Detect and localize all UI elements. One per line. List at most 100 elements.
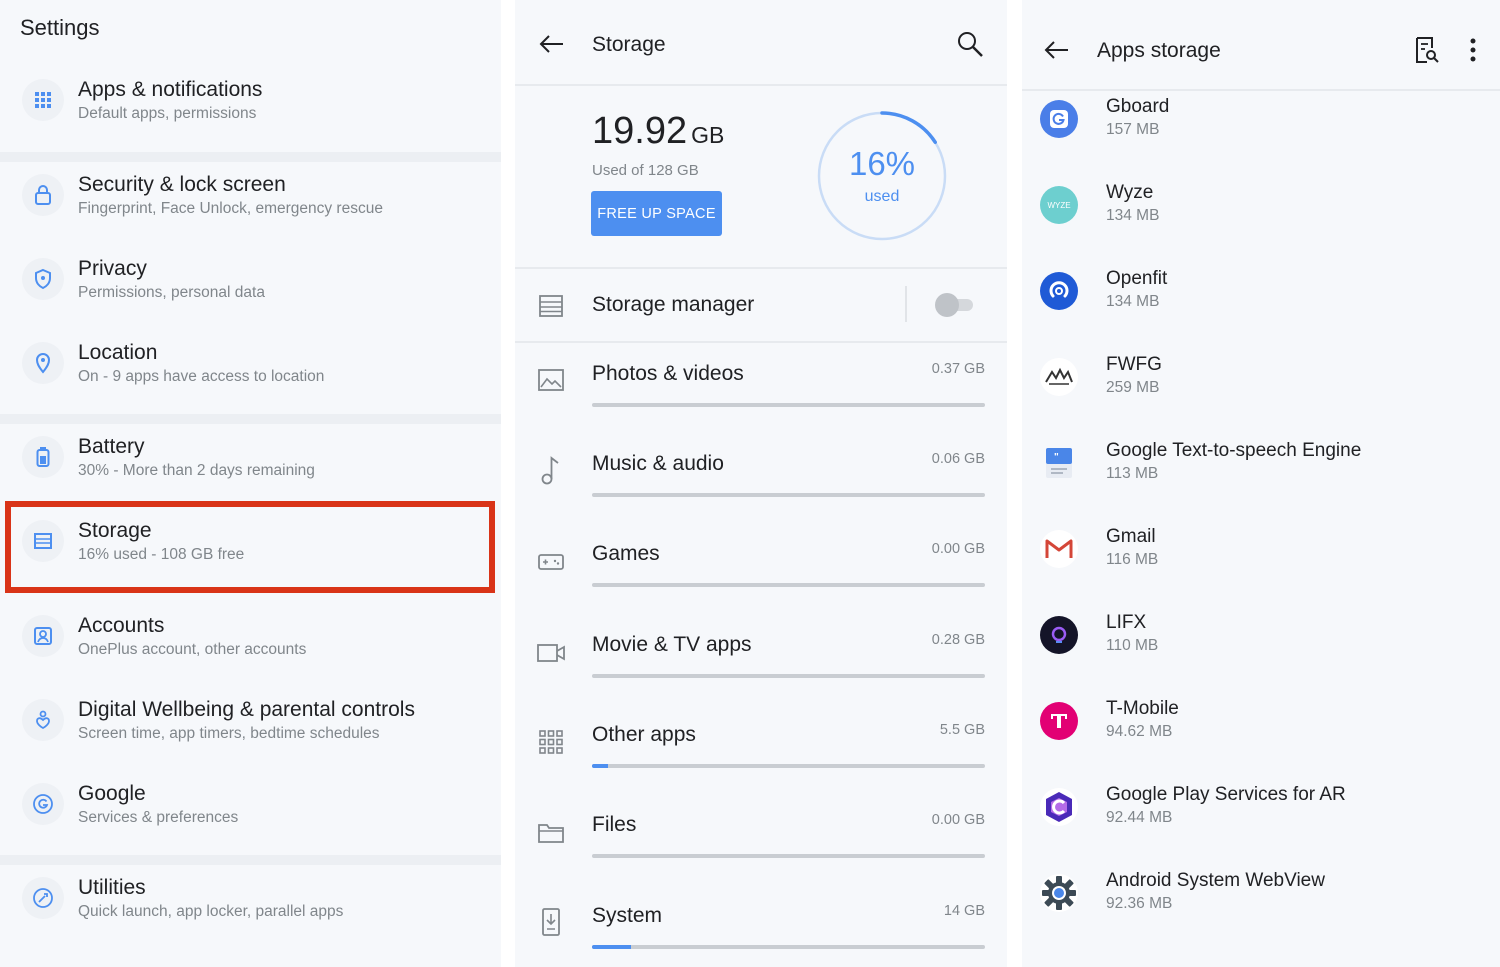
category-size: 0.37 GB	[931, 361, 985, 377]
settings-item-subtitle: Screen time, app timers, bedtime schedul…	[78, 725, 380, 742]
video-camera-icon	[537, 639, 565, 667]
category-size: 0.00 GB	[931, 812, 985, 828]
google-icon	[22, 783, 64, 825]
settings-item-label: Privacy	[78, 257, 147, 280]
settings-item-battery[interactable]: Battery 30% - More than 2 days remaining	[0, 415, 501, 499]
category-usage-bar	[592, 403, 985, 407]
lock-icon	[22, 174, 64, 216]
image-icon	[537, 366, 565, 394]
app-name: LIFX	[1106, 612, 1147, 633]
settings-item-accounts[interactable]: Accounts OnePlus account, other accounts	[0, 594, 501, 678]
search-icon[interactable]	[954, 28, 986, 60]
fwfg-icon	[1040, 358, 1078, 396]
settings-item-subtitle: OnePlus account, other accounts	[78, 641, 307, 658]
used-storage-value: 19.92 GB	[592, 110, 724, 153]
settings-item-label: Google	[78, 782, 146, 805]
app-size: 92.36 MB	[1106, 895, 1173, 912]
webview-icon	[1040, 874, 1078, 912]
category-row-files[interactable]: Files 0.00 GB	[515, 803, 1007, 893]
system-download-icon	[537, 908, 565, 936]
used-of-total: Used of 128 GB	[592, 162, 699, 179]
settings-item-security[interactable]: Security & lock screen Fingerprint, Face…	[0, 153, 501, 237]
category-row-games[interactable]: Games 0.00 GB	[515, 532, 1007, 622]
settings-item-label: Digital Wellbeing & parental controls	[78, 698, 415, 721]
location-pin-icon	[22, 342, 64, 384]
app-name: Google Play Services for AR	[1106, 784, 1346, 805]
back-arrow-icon[interactable]	[537, 30, 567, 58]
app-name: Google Text-to-speech Engine	[1106, 440, 1362, 461]
app-size: 116 MB	[1106, 551, 1159, 568]
settings-item-subtitle: On - 9 apps have access to location	[78, 368, 325, 385]
document-search-icon[interactable]	[1412, 34, 1442, 66]
app-row-google-tts[interactable]: " Google Text-to-speech Engine 113 MB	[1022, 434, 1500, 520]
category-usage-bar	[592, 493, 985, 497]
storage-panel: Storage 19.92 GB Used of 128 GB FREE UP S…	[515, 0, 1007, 967]
settings-item-privacy[interactable]: Privacy Permissions, personal data	[0, 237, 501, 321]
category-row-other-apps[interactable]: Other apps 5.5 GB	[515, 713, 1007, 803]
svg-text:": "	[1054, 452, 1059, 463]
settings-item-subtitle: Permissions, personal data	[78, 284, 265, 301]
app-row-lifx[interactable]: LIFX 110 MB	[1022, 606, 1500, 692]
app-row-webview[interactable]: Android System WebView 92.36 MB	[1022, 864, 1500, 950]
category-usage-bar	[592, 945, 985, 949]
app-row-gboard[interactable]: Gboard 157 MB	[1022, 90, 1500, 176]
app-size: 134 MB	[1106, 207, 1160, 224]
category-usage-bar	[592, 674, 985, 678]
storage-manager-label: Storage manager	[592, 293, 755, 316]
category-row-photos-videos[interactable]: Photos & videos 0.37 GB	[515, 352, 1007, 442]
apps-grid-icon	[537, 728, 565, 756]
gamepad-icon	[537, 548, 565, 576]
category-row-music-audio[interactable]: Music & audio 0.06 GB	[515, 442, 1007, 532]
category-size: 0.06 GB	[931, 451, 985, 467]
category-usage-fill	[592, 764, 608, 768]
wellbeing-icon	[22, 699, 64, 741]
app-row-arcore[interactable]: Google Play Services for AR 92.44 MB	[1022, 778, 1500, 864]
music-note-icon	[537, 456, 565, 485]
settings-item-subtitle: Quick launch, app locker, parallel apps	[78, 903, 344, 920]
lifx-icon	[1040, 616, 1078, 654]
category-row-movie-tv[interactable]: Movie & TV apps 0.28 GB	[515, 623, 1007, 713]
settings-item-label: Utilities	[78, 876, 146, 899]
app-row-openfit[interactable]: Openfit 134 MB	[1022, 262, 1500, 348]
storage-manager-toggle[interactable]	[935, 293, 973, 317]
app-row-wyze[interactable]: WYZE Wyze 134 MB	[1022, 176, 1500, 262]
more-options-icon[interactable]	[1462, 36, 1484, 64]
gboard-icon	[1040, 100, 1078, 138]
settings-item-label: Battery	[78, 435, 145, 458]
divider	[515, 84, 1007, 86]
settings-item-digital-wellbeing[interactable]: Digital Wellbeing & parental controls Sc…	[0, 678, 501, 762]
app-name: Openfit	[1106, 268, 1168, 289]
settings-item-subtitle: 30% - More than 2 days remaining	[78, 462, 315, 479]
category-size: 0.00 GB	[931, 541, 985, 557]
category-row-system[interactable]: System 14 GB	[515, 894, 1007, 967]
tts-icon: "	[1040, 444, 1078, 482]
divider	[515, 341, 1007, 343]
app-name: Gmail	[1106, 526, 1156, 547]
free-up-space-button[interactable]: FREE UP SPACE	[591, 191, 722, 236]
storage-manager-row[interactable]: Storage manager	[515, 270, 1007, 342]
app-row-tmobile[interactable]: T-Mobile 94.62 MB	[1022, 692, 1500, 778]
category-label: Movie & TV apps	[592, 633, 752, 656]
used-value: 19.92	[592, 110, 688, 152]
settings-item-apps-notifications[interactable]: Apps & notifications Default apps, permi…	[0, 58, 501, 142]
app-row-fwfg[interactable]: FWFG 259 MB	[1022, 348, 1500, 434]
settings-item-subtitle: Services & preferences	[78, 809, 239, 826]
category-label: Music & audio	[592, 452, 724, 475]
settings-item-utilities[interactable]: Utilities Quick launch, app locker, para…	[0, 856, 501, 940]
category-label: System	[592, 904, 663, 927]
category-label: Other apps	[592, 723, 696, 746]
category-label: Games	[592, 542, 660, 565]
settings-item-label: Security & lock screen	[78, 173, 286, 196]
back-arrow-icon[interactable]	[1042, 36, 1072, 64]
divider	[905, 286, 907, 322]
settings-item-google[interactable]: Google Services & preferences	[0, 762, 501, 846]
settings-item-location[interactable]: Location On - 9 apps have access to loca…	[0, 321, 501, 405]
battery-icon	[22, 436, 64, 478]
app-size: 134 MB	[1106, 293, 1160, 310]
app-row-gmail[interactable]: Gmail 116 MB	[1022, 520, 1500, 606]
arcore-icon	[1040, 788, 1078, 826]
app-name: Android System WebView	[1106, 870, 1325, 891]
openfit-icon	[1040, 272, 1078, 310]
app-name: FWFG	[1106, 354, 1162, 375]
category-size: 5.5 GB	[939, 722, 985, 738]
